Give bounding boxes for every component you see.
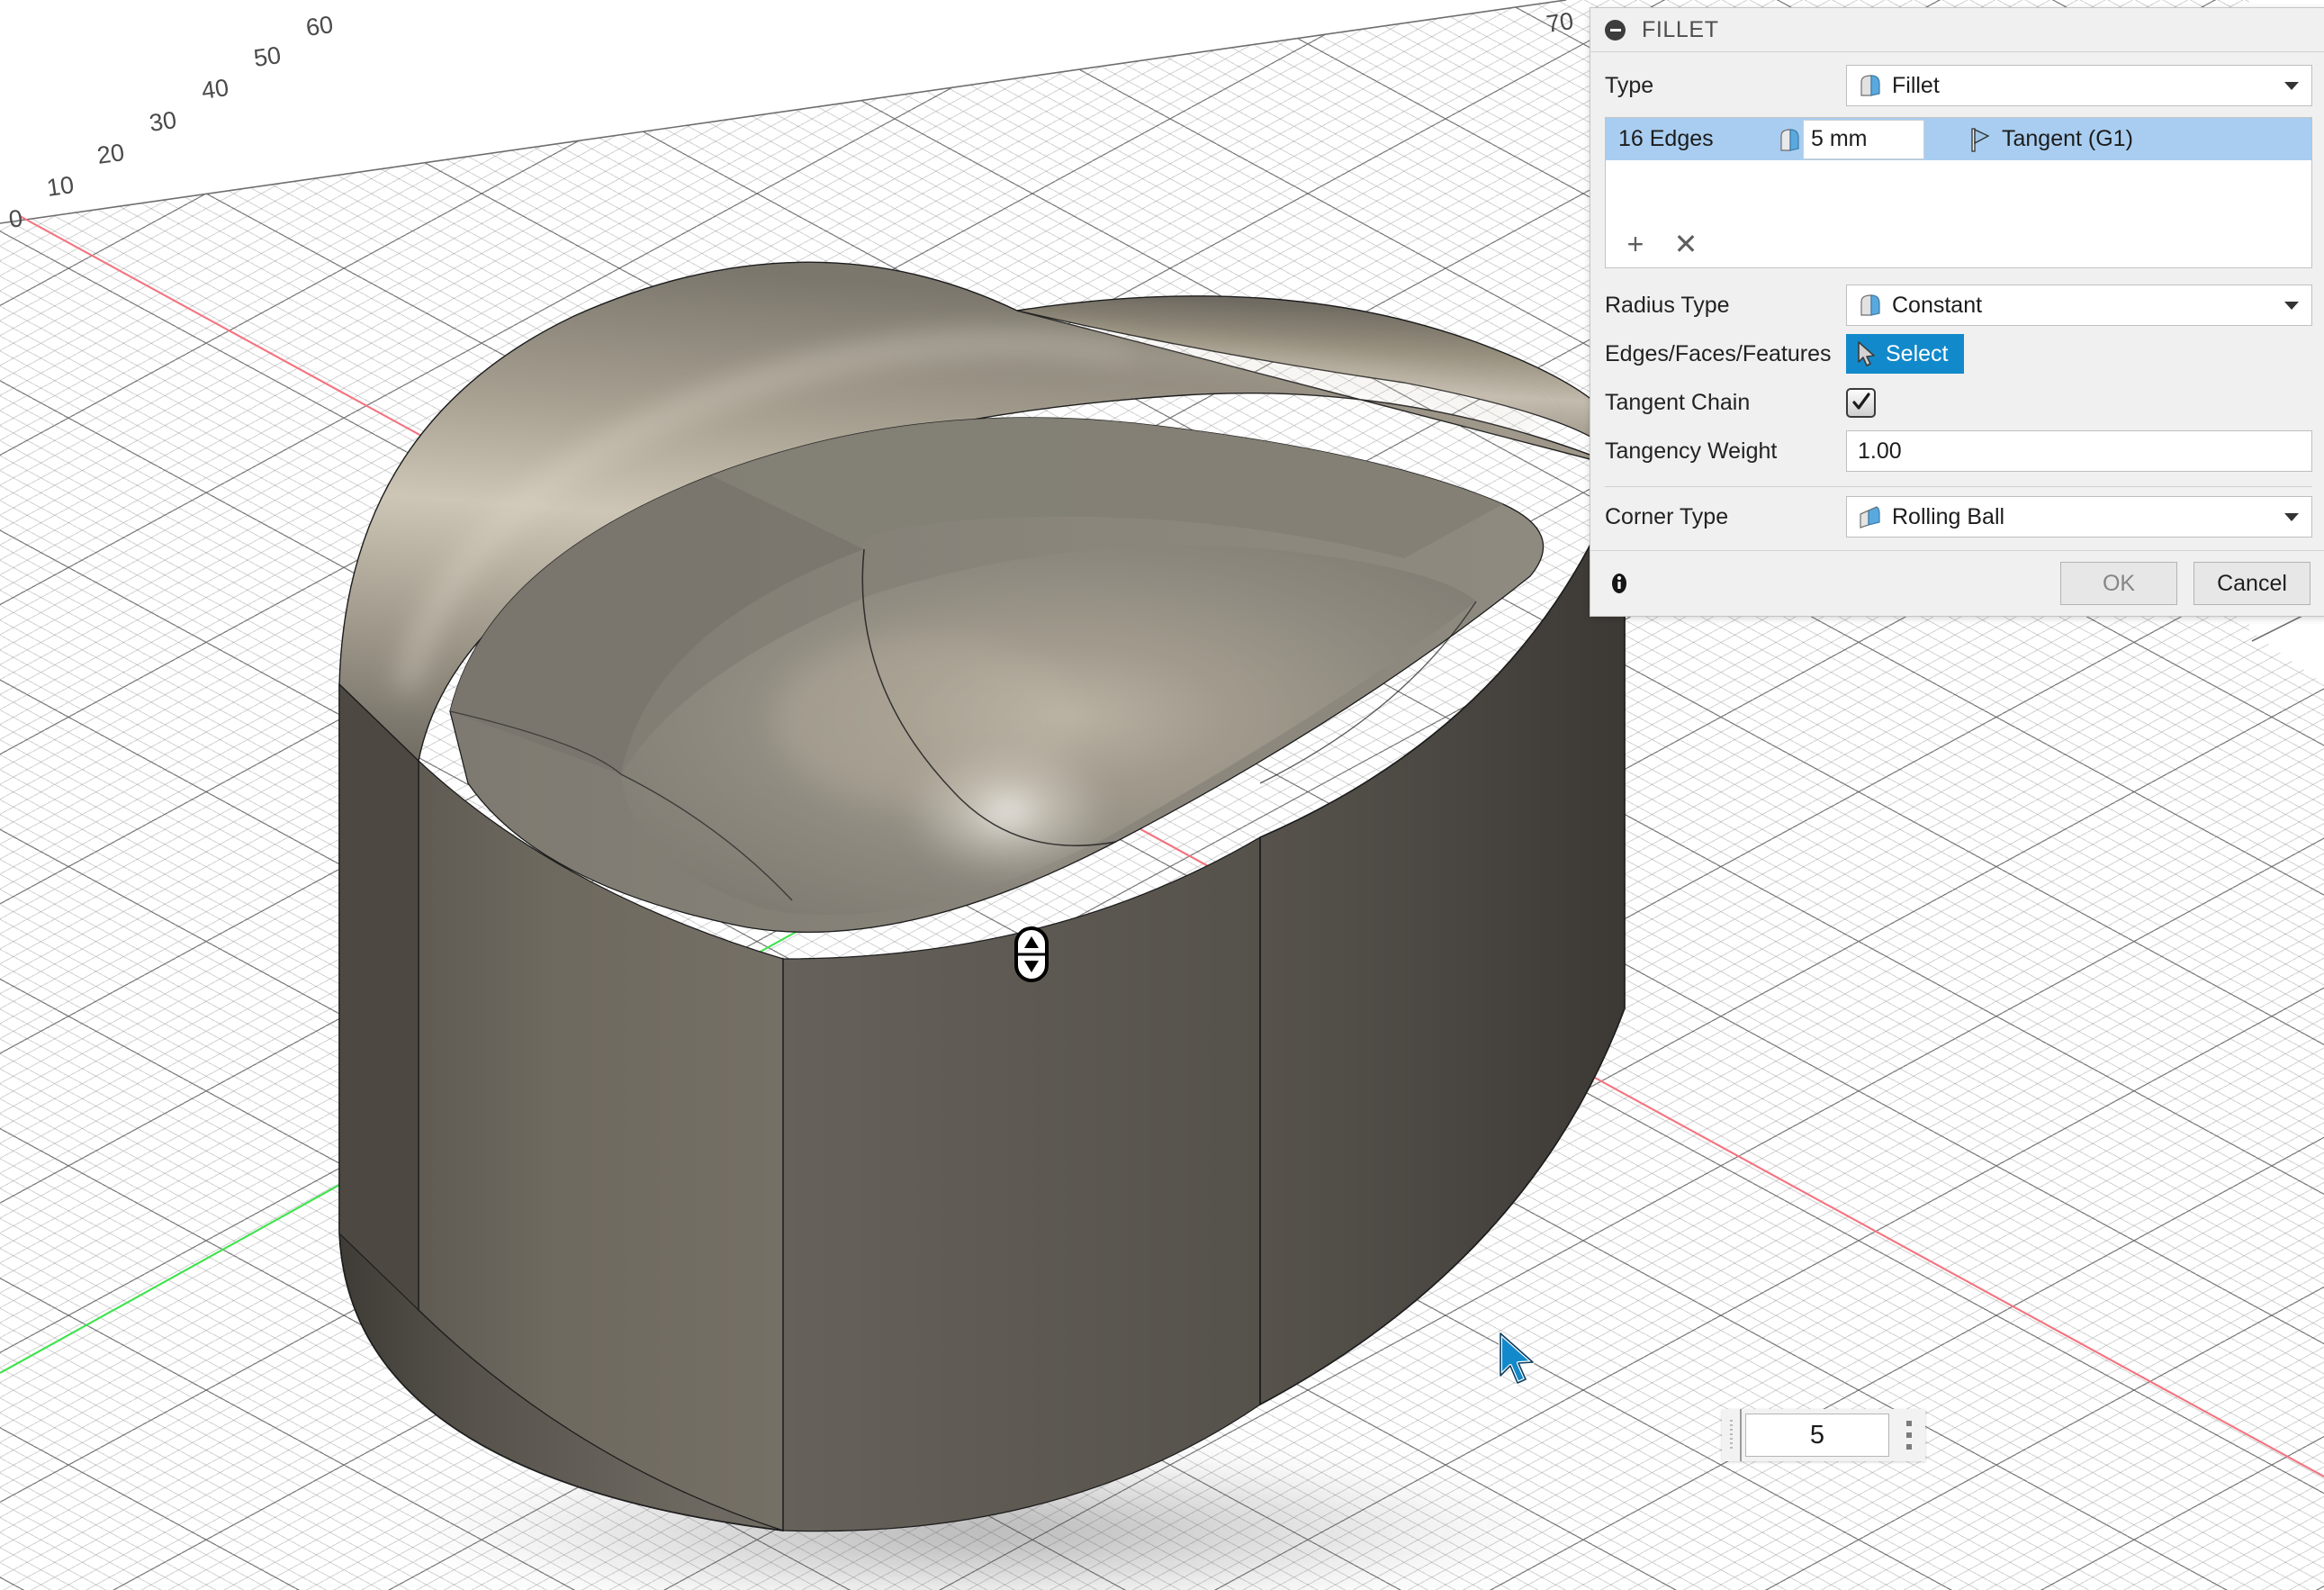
label-tangent-chain: Tangent Chain — [1605, 389, 1751, 415]
row-selection: Edges/Faces/Features Select — [1605, 330, 2312, 378]
radius-type-value: Constant — [1892, 292, 1983, 318]
remove-edge-button[interactable]: ✕ — [1671, 229, 1701, 259]
edges-list[interactable]: 16 Edges 5 mm Tangent (G1) + ✕ — [1605, 117, 2312, 268]
section-divider — [1605, 486, 2312, 487]
kebab-dot — [1906, 1432, 1912, 1438]
constant-radius-icon — [1860, 294, 1880, 316]
value-widget-menu-button[interactable] — [1893, 1409, 1925, 1461]
chevron-down-icon — [2284, 82, 2299, 90]
label-edges-faces-features: Edges/Faces/Features — [1605, 340, 1832, 366]
add-edge-button[interactable]: + — [1620, 229, 1651, 259]
type-select[interactable]: Fillet — [1846, 65, 2312, 106]
edge-radius-input[interactable]: 5 mm — [1803, 119, 1924, 159]
fillet-dialog[interactable]: FILLET Type Fillet 16 Edges 5 mm Tangent… — [1590, 7, 2324, 617]
label-radius-type: Radius Type — [1605, 292, 1730, 318]
type-value: Fillet — [1892, 72, 1940, 98]
grip-dots-icon — [1729, 1420, 1733, 1450]
checkmark-icon — [1851, 393, 1870, 410]
edge-list-row[interactable]: 16 Edges 5 mm Tangent (G1) — [1606, 118, 2311, 160]
dialog-title: FILLET — [1642, 16, 1719, 42]
corner-type-select[interactable]: Rolling Ball — [1846, 496, 2312, 538]
dialog-title-bar[interactable]: FILLET — [1590, 8, 2324, 52]
select-button[interactable]: Select — [1846, 334, 1965, 374]
info-icon[interactable] — [1607, 571, 1632, 596]
row-tangent-chain: Tangent Chain — [1605, 378, 2312, 427]
mouse-pointer — [1499, 1332, 1535, 1385]
rolling-ball-icon — [1860, 506, 1880, 528]
select-button-label: Select — [1886, 340, 1949, 366]
corner-type-value: Rolling Ball — [1892, 503, 2005, 529]
dialog-footer: OK Cancel — [1590, 550, 2324, 616]
edge-continuity[interactable]: Tangent (G1) — [1966, 126, 2133, 153]
edges-list-actions[interactable]: + ✕ — [1606, 221, 1701, 267]
chevron-down-icon — [2284, 513, 2299, 521]
tangency-weight-input[interactable]: 1.00 — [1846, 430, 2312, 472]
tangent-chain-checkbox[interactable] — [1846, 387, 1876, 418]
label-tangency-weight: Tangency Weight — [1605, 438, 1778, 464]
floor-sheen — [774, 635, 1080, 806]
minus-circle-icon[interactable] — [1605, 19, 1626, 41]
cursor-icon — [1858, 341, 1875, 366]
kebab-dot — [1906, 1444, 1912, 1450]
value-widget-drag-grip[interactable] — [1722, 1409, 1742, 1461]
edge-count-label: 16 Edges — [1618, 126, 1714, 151]
edge-continuity-label: Tangent (G1) — [2002, 126, 2133, 151]
radius-type-select[interactable]: Constant — [1846, 285, 2312, 326]
row-type: Type Fillet — [1605, 61, 2312, 110]
face-left-sliver — [338, 682, 419, 1312]
radius-value-widget[interactable]: 5 — [1722, 1409, 1925, 1461]
chevron-down-icon — [2284, 302, 2299, 310]
row-radius-type: Radius Type Constant — [1605, 281, 2312, 330]
row-tangency-weight: Tangency Weight 1.00 — [1605, 427, 2312, 475]
radius-drag-handle[interactable] — [1014, 926, 1049, 982]
label-type: Type — [1605, 72, 1654, 98]
row-corner-type: Corner Type Rolling Ball — [1605, 492, 2312, 541]
ok-button[interactable]: OK — [2060, 562, 2177, 605]
label-corner-type: Corner Type — [1605, 503, 1729, 529]
cancel-button[interactable]: Cancel — [2193, 562, 2310, 605]
tangent-flag-icon — [1971, 127, 1990, 152]
radius-value-input[interactable]: 5 — [1745, 1414, 1889, 1457]
fillet-icon — [1860, 75, 1880, 96]
fillet-icon — [1780, 128, 1799, 151]
kebab-dot — [1906, 1421, 1912, 1426]
